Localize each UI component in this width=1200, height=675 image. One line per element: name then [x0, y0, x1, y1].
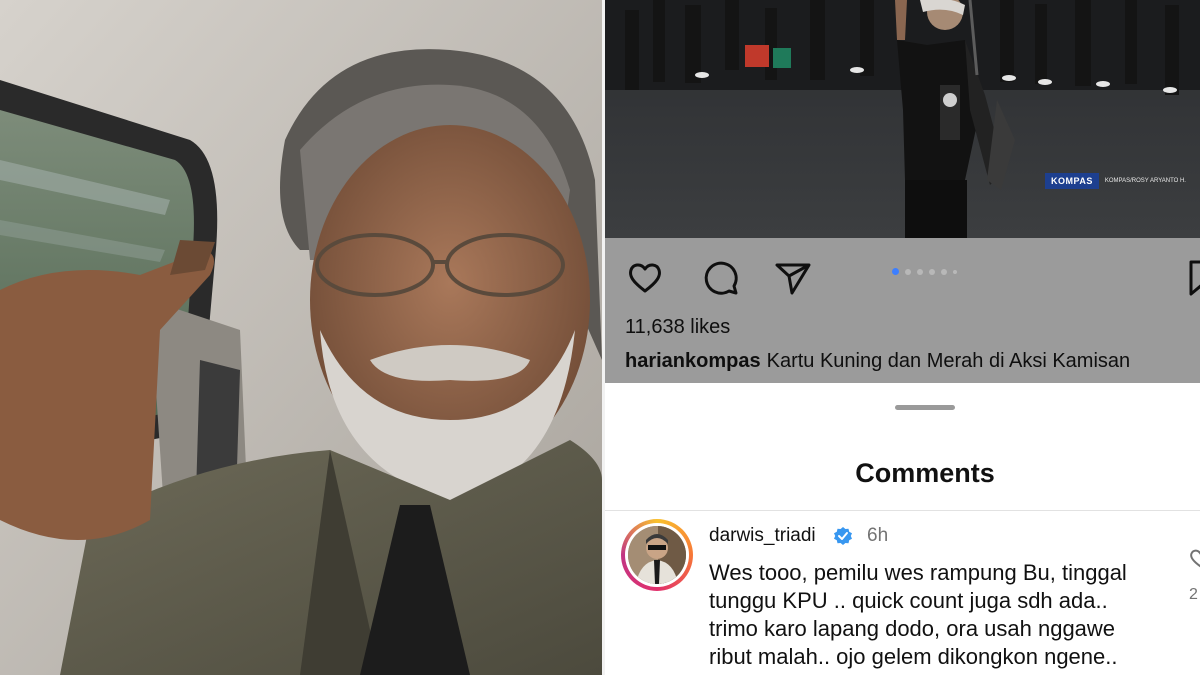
- comment-line: Wes tooo, pemilu wes rampung Bu, tinggal: [709, 560, 1127, 585]
- comment-like-count: 2: [1189, 586, 1198, 603]
- carousel-dot: [941, 268, 947, 275]
- post-image[interactable]: KOMPAS KOMPAS/ROSY ARYANTO H.: [605, 0, 1200, 238]
- comment-timestamp: 6h: [867, 525, 889, 546]
- bookmark-icon[interactable]: [1183, 258, 1200, 298]
- post-caption: hariankompas Kartu Kuning dan Merah di Ak…: [625, 350, 1130, 373]
- comment-username[interactable]: darwis_triadi: [709, 525, 816, 547]
- comment-line: trimo karo lapang dodo, ora usah nggawe: [709, 616, 1116, 641]
- comments-sheet: Comments darwis_triadi 6h Wes tooo, pemi…: [605, 383, 1200, 675]
- comment-text: Wes tooo, pemilu wes rampung Bu, tinggal…: [709, 559, 1127, 671]
- carousel-dots: [892, 268, 957, 275]
- watermark-credit: KOMPAS/ROSY ARYANTO H.: [1104, 178, 1186, 184]
- carousel-dot: [953, 269, 957, 274]
- caption-username[interactable]: hariankompas: [625, 350, 761, 372]
- heart-icon[interactable]: [625, 258, 665, 298]
- instagram-post-panel: KOMPAS KOMPAS/ROSY ARYANTO H. 11,638 lik…: [605, 0, 1200, 675]
- comment-line: tunggu KPU .. quick count juga sdh ada..: [709, 588, 1108, 613]
- sheet-divider: [605, 510, 1200, 511]
- share-icon[interactable]: [773, 258, 813, 298]
- avatar-story-ring[interactable]: [621, 519, 693, 591]
- avatar: [628, 526, 686, 584]
- comments-title: Comments: [855, 458, 995, 488]
- likes-count[interactable]: 11,638 likes: [625, 316, 730, 339]
- comment-line: ribut malah.. ojo gelem dikongkon ngene.…: [709, 644, 1118, 669]
- carousel-dot: [905, 268, 911, 275]
- protest-illustration: [605, 0, 1200, 238]
- selfie-photo: [0, 0, 602, 675]
- carousel-dot: [917, 268, 923, 275]
- selfie-illustration: [0, 0, 602, 675]
- verified-badge-icon: [833, 526, 853, 546]
- carousel-dot-active: [892, 268, 899, 275]
- caption-text: Kartu Kuning dan Merah di Aksi Kamisan: [766, 350, 1131, 372]
- photo-watermark: KOMPAS KOMPAS/ROSY ARYANTO H.: [1045, 172, 1186, 190]
- comment-icon[interactable]: [701, 258, 741, 298]
- comment-heart-icon[interactable]: [1188, 546, 1200, 570]
- watermark-logo: KOMPAS: [1045, 173, 1099, 189]
- sheet-drag-handle[interactable]: [895, 405, 955, 410]
- carousel-dot: [929, 268, 935, 275]
- post-action-bar: 11,638 likes hariankompas Kartu Kuning da…: [605, 238, 1200, 383]
